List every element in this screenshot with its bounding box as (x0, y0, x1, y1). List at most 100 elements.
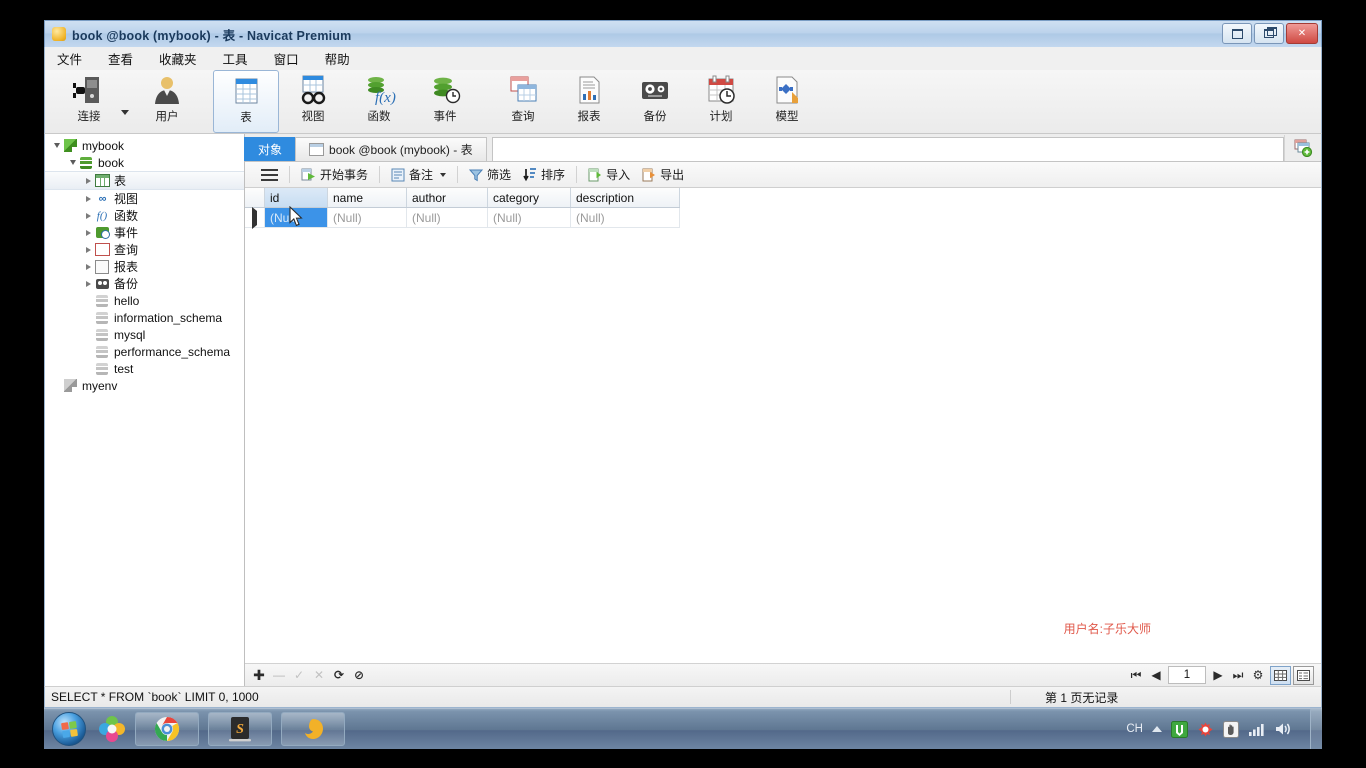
toolbar-backup[interactable]: 备份 (623, 70, 687, 131)
sublime-taskbar-button[interactable]: S (208, 712, 272, 746)
chevron-right-icon[interactable] (83, 229, 94, 236)
chrome-taskbar-button[interactable] (135, 712, 199, 746)
form-view-toggle[interactable] (1293, 665, 1314, 685)
table-icon (229, 74, 263, 108)
stop-button[interactable]: ⊘ (349, 666, 369, 684)
chevron-right-icon[interactable] (83, 246, 94, 253)
toolbar-model[interactable]: 模型 (755, 70, 819, 131)
column-header-author[interactable]: author (406, 188, 488, 208)
grid-cell[interactable]: (Null) (327, 207, 407, 228)
chevron-right-icon[interactable] (83, 280, 94, 287)
navicat-window: book @book (mybook) - 表 - Navicat Premiu… (44, 20, 1322, 708)
begin-transaction-button[interactable]: 开始事务 (295, 164, 374, 185)
sidebar-item-报表[interactable]: 报表 (45, 258, 244, 275)
last-record-button[interactable]: ⏭ (1228, 666, 1248, 684)
sidebar-item-mysql[interactable]: mysql (45, 326, 244, 343)
grid-cell[interactable]: (Null) (264, 207, 328, 228)
menu-item-favorites[interactable]: 收藏夹 (159, 49, 197, 68)
sidebar-item-myenv[interactable]: myenv (45, 377, 244, 394)
chevron-right-icon[interactable] (83, 177, 94, 184)
sidebar-item-performance_schema[interactable]: performance_schema (45, 343, 244, 360)
chevron-right-icon[interactable] (83, 195, 94, 202)
table-row[interactable]: (Null) (Null) (Null) (Null) (Null) (245, 206, 680, 229)
sidebar-item-information_schema[interactable]: information_schema (45, 309, 244, 326)
add-record-button[interactable]: ✚ (249, 666, 269, 684)
menu-item-view[interactable]: 查看 (108, 49, 133, 68)
sidebar-item-label: 视图 (114, 192, 139, 206)
grid-menu-button[interactable] (255, 164, 284, 185)
start-orb[interactable] (52, 712, 86, 746)
prev-record-button[interactable]: ◀ (1146, 666, 1166, 684)
toolbar-query[interactable]: 查询 (491, 70, 555, 131)
column-header-category[interactable]: category (487, 188, 571, 208)
column-header-description[interactable]: description (570, 188, 680, 208)
menu-item-file[interactable]: 文件 (57, 49, 82, 68)
toolbar-report[interactable]: 报表 (557, 70, 621, 131)
menu-item-tools[interactable]: 工具 (223, 49, 248, 68)
apply-change-button[interactable]: ✓ (289, 666, 309, 684)
tray-expand-icon[interactable] (1152, 726, 1162, 732)
sidebar-item-表[interactable]: 表 (45, 171, 244, 190)
filter-button[interactable]: 筛选 (463, 164, 517, 185)
object-tree-sidebar[interactable]: mybook book 表 ∞ 视图 f() 函数 事件 查询 报表 备份 hello informat… (45, 134, 245, 686)
sidebar-item-查询[interactable]: 查询 (45, 241, 244, 258)
tray-network-icon[interactable] (1248, 722, 1265, 737)
grid-cell[interactable]: (Null) (487, 207, 571, 228)
sidebar-item-函数[interactable]: f() 函数 (45, 207, 244, 224)
toolbar-view[interactable]: 视图 (281, 70, 345, 131)
grid-cell[interactable]: (Null) (570, 207, 680, 228)
sidebar-item-mybook[interactable]: mybook (45, 137, 244, 154)
delete-record-button[interactable]: — (269, 666, 289, 684)
menu-item-help[interactable]: 帮助 (325, 49, 350, 68)
sidebar-item-视图[interactable]: ∞ 视图 (45, 190, 244, 207)
chevron-down-icon[interactable] (51, 143, 62, 148)
ime-indicator[interactable]: CH (1126, 723, 1143, 735)
sort-button[interactable]: 排序 (517, 164, 571, 185)
grid-view-toggle[interactable] (1270, 665, 1291, 685)
sort-icon (523, 167, 537, 181)
page-number-input[interactable]: 1 (1168, 666, 1206, 684)
sidebar-item-test[interactable]: test (45, 360, 244, 377)
note-button[interactable]: 备注 (385, 164, 452, 185)
menu-item-window[interactable]: 窗口 (274, 49, 299, 68)
minimize-button[interactable] (1222, 23, 1252, 44)
tray-volume-icon[interactable] (1274, 721, 1292, 737)
chevron-right-icon[interactable] (83, 263, 94, 270)
refresh-button[interactable]: ⟳ (329, 666, 349, 684)
status-page-info: 第 1 页无记录 (1045, 690, 1119, 705)
data-grid[interactable]: id name author category description (Null) (N… (245, 188, 1321, 663)
toolbar-event[interactable]: 事件 (413, 70, 477, 131)
toolbar-schedule[interactable]: 计划 (689, 70, 753, 131)
tray-hand-icon[interactable] (1223, 720, 1239, 738)
chevron-down-icon[interactable] (440, 172, 447, 177)
next-record-button[interactable]: ▶ (1208, 666, 1228, 684)
chevron-down-icon[interactable] (67, 160, 78, 165)
toolbar-function[interactable]: f(x) 函数 (347, 70, 411, 131)
chevron-right-icon[interactable] (83, 212, 94, 219)
sidebar-item-事件[interactable]: 事件 (45, 224, 244, 241)
tab-objects[interactable]: 对象 (244, 137, 297, 161)
first-record-button[interactable]: ⏮ (1126, 666, 1146, 684)
toolbar-user[interactable]: 用户 (135, 70, 199, 131)
sidebar-item-备份[interactable]: 备份 (45, 275, 244, 292)
import-button[interactable]: 导入 (582, 164, 636, 185)
toolbar-connection[interactable]: 连接 (57, 70, 121, 131)
add-tab-icon[interactable] (1284, 135, 1321, 161)
toolbar-table[interactable]: 表 (213, 70, 279, 133)
show-desktop-button[interactable] (1310, 709, 1322, 749)
export-button[interactable]: 导出 (636, 164, 690, 185)
restore-button[interactable] (1254, 23, 1284, 44)
grid-cell[interactable]: (Null) (406, 207, 488, 228)
navicat-taskbar-button[interactable] (281, 712, 345, 746)
cancel-change-button[interactable]: ✕ (309, 666, 329, 684)
column-header-id[interactable]: id (264, 188, 328, 208)
close-button[interactable]: ✕ (1286, 23, 1318, 44)
tray-green-icon[interactable] (1171, 720, 1188, 738)
column-header-name[interactable]: name (327, 188, 407, 208)
tab-table-book[interactable]: book @book (mybook) - 表 (295, 137, 487, 161)
tray-gear-icon[interactable] (1197, 721, 1214, 738)
sidebar-item-book[interactable]: book (45, 154, 244, 171)
record-settings-button[interactable]: ⚙ (1248, 666, 1268, 684)
sidebar-item-hello[interactable]: hello (45, 292, 244, 309)
connection-dropdown-arrow[interactable] (121, 110, 129, 115)
